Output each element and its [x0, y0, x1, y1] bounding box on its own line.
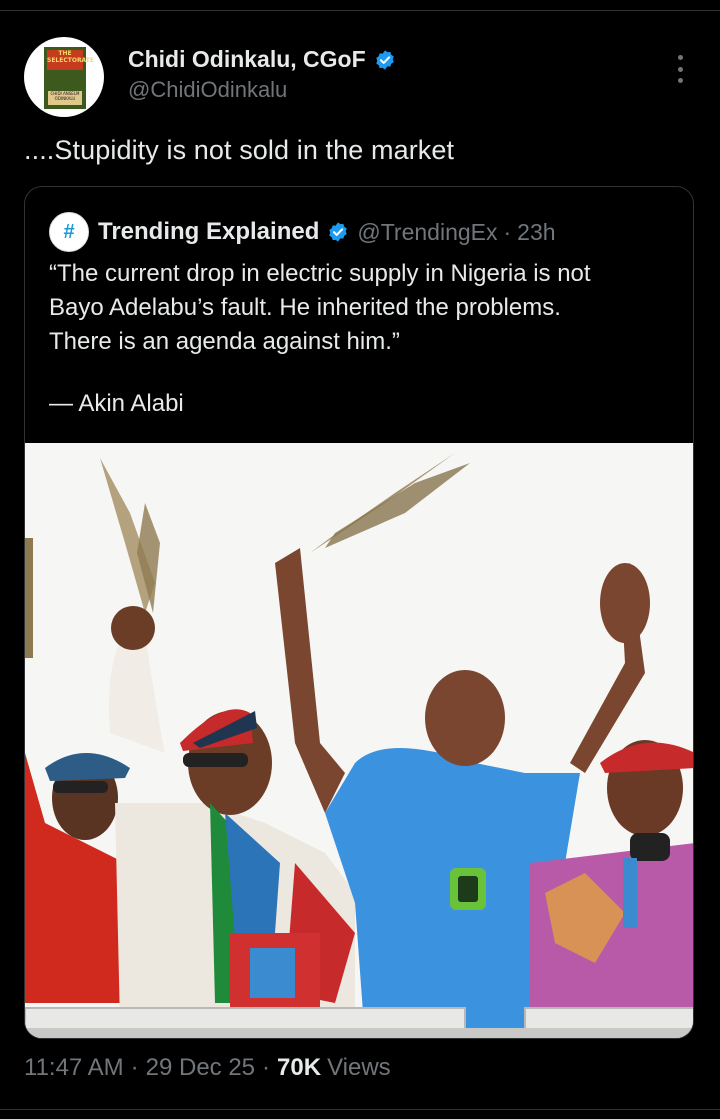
tweet-text: ....Stupidity is not sold in the market — [24, 135, 455, 165]
quoted-author-avatar[interactable]: # — [49, 212, 89, 252]
bottom-divider — [0, 1109, 720, 1110]
more-dot — [677, 78, 683, 83]
quoted-line: “The current drop in electric supply in … — [49, 260, 591, 287]
author-name[interactable]: Chidi Odinkalu, CGoF — [128, 46, 366, 73]
more-options-icon[interactable] — [672, 55, 688, 83]
tweet-time[interactable]: 11:47 AM — [24, 1054, 124, 1082]
rally-photo-illustration — [25, 443, 693, 1038]
verified-badge-icon — [329, 222, 348, 242]
quoted-tweet-header: # Trending Explained @TrendingEx · 23h — [49, 212, 556, 252]
author-avatar[interactable]: THE SELECTORATE CHIDI ANSELM ODINKALU — [24, 37, 104, 117]
quoted-line: There is an agenda against him.” — [49, 328, 400, 355]
more-dot — [677, 66, 683, 72]
quoted-attribution: — Akin Alabi — [49, 390, 184, 417]
meta-separator: · — [130, 1054, 139, 1081]
quoted-tweet-photo[interactable] — [25, 443, 693, 1038]
quoted-author-handle[interactable]: @TrendingEx — [357, 219, 497, 246]
quoted-author-name[interactable]: Trending Explained — [98, 218, 319, 246]
top-divider — [0, 10, 720, 11]
verified-badge-icon — [375, 49, 394, 70]
tweet-date[interactable]: 29 Dec 25 — [146, 1054, 255, 1082]
author-handle[interactable]: @ChidiOdinkalu — [128, 77, 287, 103]
avatar-book-author: CHIDI ANSELM ODINKALU — [48, 91, 82, 105]
avatar-book-cover: THE SELECTORATE CHIDI ANSELM ODINKALU — [44, 47, 94, 109]
header-separator: · — [503, 218, 512, 245]
quoted-line: Bayo Adelabu’s fault. He inherited the p… — [49, 294, 561, 321]
tweet-meta: 11:47 AM · 29 Dec 25 · 70K Views — [24, 1054, 391, 1082]
avatar-book-title: THE SELECTORATE — [47, 50, 94, 70]
more-dot — [677, 55, 683, 60]
quoted-tweet-card[interactable]: # Trending Explained @TrendingEx · 23h “… — [24, 186, 694, 1039]
views-label[interactable]: Views — [327, 1054, 391, 1082]
quoted-tweet-body: “The current drop in electric supply in … — [49, 257, 679, 359]
author-name-row[interactable]: Chidi Odinkalu, CGoF — [128, 46, 396, 73]
quoted-time[interactable]: 23h — [517, 219, 555, 246]
views-count[interactable]: 70K — [277, 1054, 321, 1082]
meta-separator: · — [262, 1054, 271, 1081]
